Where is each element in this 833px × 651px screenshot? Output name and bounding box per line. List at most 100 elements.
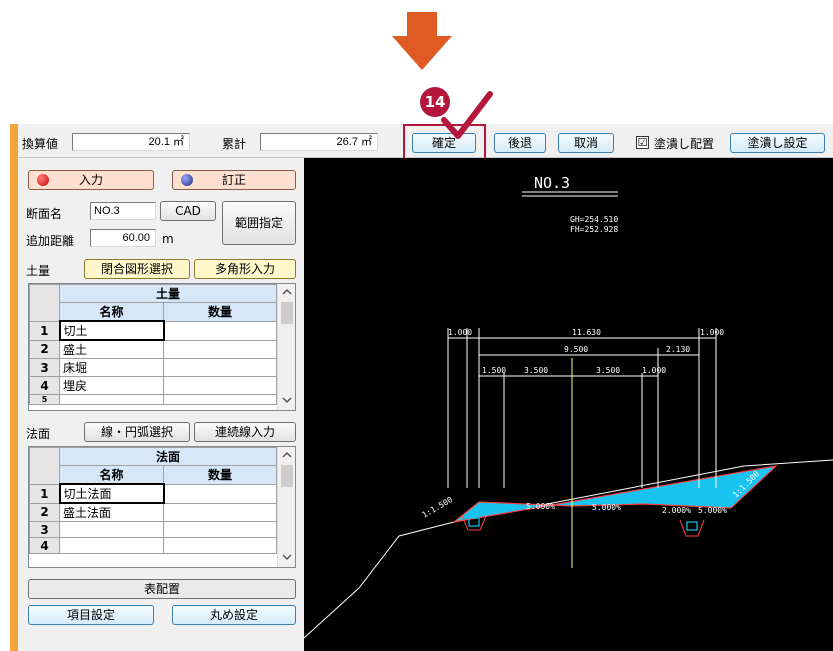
row-number: 2 [29,339,60,359]
dim-label: 2.130 [666,345,690,354]
row-number: 4 [29,537,60,554]
conversion-value-field: 20.1 ㎡ [72,133,190,151]
slope-qty-cell[interactable] [163,502,277,522]
checkmark-icon [441,91,493,139]
scroll-up-icon[interactable] [282,288,292,296]
table-place-button[interactable]: 表配置 [28,579,296,599]
dim-label: 1.500 [482,366,506,375]
slope-qty-cell[interactable] [163,483,277,504]
scroll-thumb[interactable] [281,302,293,324]
section-name-label: 断面名 [26,207,63,221]
slope-label: 2.000% [662,506,691,515]
dim-label: 1.000 [642,366,666,375]
fh-label: FH=252.928 [570,225,618,234]
polyline-button[interactable]: 連続線入力 [194,422,296,442]
rounding-settings-button[interactable]: 丸め設定 [172,605,296,625]
add-distance-unit: m [162,232,174,246]
earth-name-cell[interactable]: 切土 [58,320,165,341]
dim-label: 11.630 [572,328,601,337]
corner-cell [29,447,60,485]
back-button[interactable]: 後退 [494,133,546,153]
scroll-thumb[interactable] [281,465,293,487]
correct-button-label: 訂正 [221,173,246,187]
table-row[interactable]: 2 盛土法面 [29,502,277,522]
range-button[interactable]: 範囲指定 [222,201,296,245]
slope-name-cell[interactable]: 盛土法面 [59,502,164,522]
slope-name-cell[interactable] [59,537,164,554]
cancel-button[interactable]: 取消 [558,133,614,153]
fill-place-label: 塗潰し配置 [654,137,715,151]
row-number: 1 [29,320,60,341]
slope-qty-cell[interactable] [163,537,277,554]
slope-name-cell[interactable] [59,521,164,538]
corner-cell [29,284,60,322]
earth-qty-cell[interactable] [163,320,277,341]
cad-canvas[interactable]: NO.3 GH=254.510 FH=252.928 1.000 11.630 … [304,158,833,651]
polygon-button[interactable]: 多角形入力 [194,259,296,279]
earth-qty-cell[interactable] [163,358,277,377]
slope-label: 5.000% [526,502,555,511]
input-button[interactable]: 入力 [28,170,154,190]
earth-name-cell[interactable]: 盛土 [59,339,164,359]
earth-scrollbar[interactable] [277,284,295,410]
table-row[interactable]: 3 [29,521,277,538]
correct-button[interactable]: 訂正 [172,170,296,190]
row-number: 3 [29,521,60,538]
slope-label: 5.000% [592,503,621,512]
dim-label: 1.000 [700,328,724,337]
earth-name-cell[interactable] [59,394,164,405]
row-number: 3 [29,358,60,377]
total-label: 累計 [222,137,247,151]
item-settings-button[interactable]: 項目設定 [28,605,154,625]
scroll-up-icon[interactable] [282,451,292,459]
ditch-icon-right [686,521,698,531]
scroll-down-icon[interactable] [282,553,292,561]
earth-label: 土量 [26,264,51,278]
earth-table: 土量 名称 数量 1 切土 2 盛土 3 床堀 4 埋戻 5 [28,283,296,411]
table-row[interactable]: 3 床堀 [29,358,277,377]
slope-label: 1:1.500 [421,495,455,520]
slope-name-cell[interactable]: 切土法面 [58,483,165,504]
dim-label: 1.000 [448,328,472,337]
slope-col-name: 名称 [59,465,164,485]
blue-dot-icon [181,174,193,186]
earth-col-name: 名称 [59,302,164,322]
slope-scrollbar[interactable] [277,447,295,567]
section-name-input[interactable]: NO.3 [90,202,156,220]
table-row[interactable]: 4 [29,537,277,554]
slope-table: 法面 名称 数量 1 切土法面 2 盛土法面 3 4 [28,446,296,568]
cad-button[interactable]: CAD [160,201,216,221]
section-title: NO.3 [534,174,570,192]
table-row[interactable]: 5 [29,394,277,405]
dim-label: 3.500 [524,366,548,375]
slope-label: 5.000% [698,506,727,515]
total-value-field: 26.7 ㎡ [260,133,378,151]
slope-qty-cell[interactable] [163,521,277,538]
row-number: 2 [29,502,60,522]
add-distance-label: 追加距離 [26,234,75,248]
earth-group-header: 土量 [59,284,277,303]
scroll-down-icon[interactable] [282,396,292,404]
line-arc-button[interactable]: 線・円弧選択 [84,422,190,442]
gh-label: GH=254.510 [570,215,618,224]
earth-col-qty: 数量 [163,302,277,322]
table-row[interactable]: 4 埋戻 [29,376,277,395]
table-row[interactable]: 1 切土法面 [29,483,277,504]
earth-qty-cell[interactable] [163,376,277,395]
table-row[interactable]: 2 盛土 [29,339,277,359]
add-distance-input[interactable]: 60.00 [90,229,156,247]
earth-qty-cell[interactable] [163,339,277,359]
closed-shape-button[interactable]: 閉合図形選択 [84,259,190,279]
row-number: 4 [29,376,60,395]
fill-settings-button[interactable]: 塗潰し設定 [730,133,825,153]
table-row[interactable]: 1 切土 [29,320,277,341]
slope-label: 法面 [26,427,51,441]
fill-place-checkbox[interactable]: ☑ [636,136,649,149]
earth-name-cell[interactable]: 床堀 [59,358,164,377]
slope-col-qty: 数量 [163,465,277,485]
dim-label: 3.500 [596,366,620,375]
row-number: 1 [29,483,60,504]
input-button-label: 入力 [78,173,103,187]
earth-name-cell[interactable]: 埋戻 [59,376,164,395]
earth-qty-cell[interactable] [163,394,277,405]
